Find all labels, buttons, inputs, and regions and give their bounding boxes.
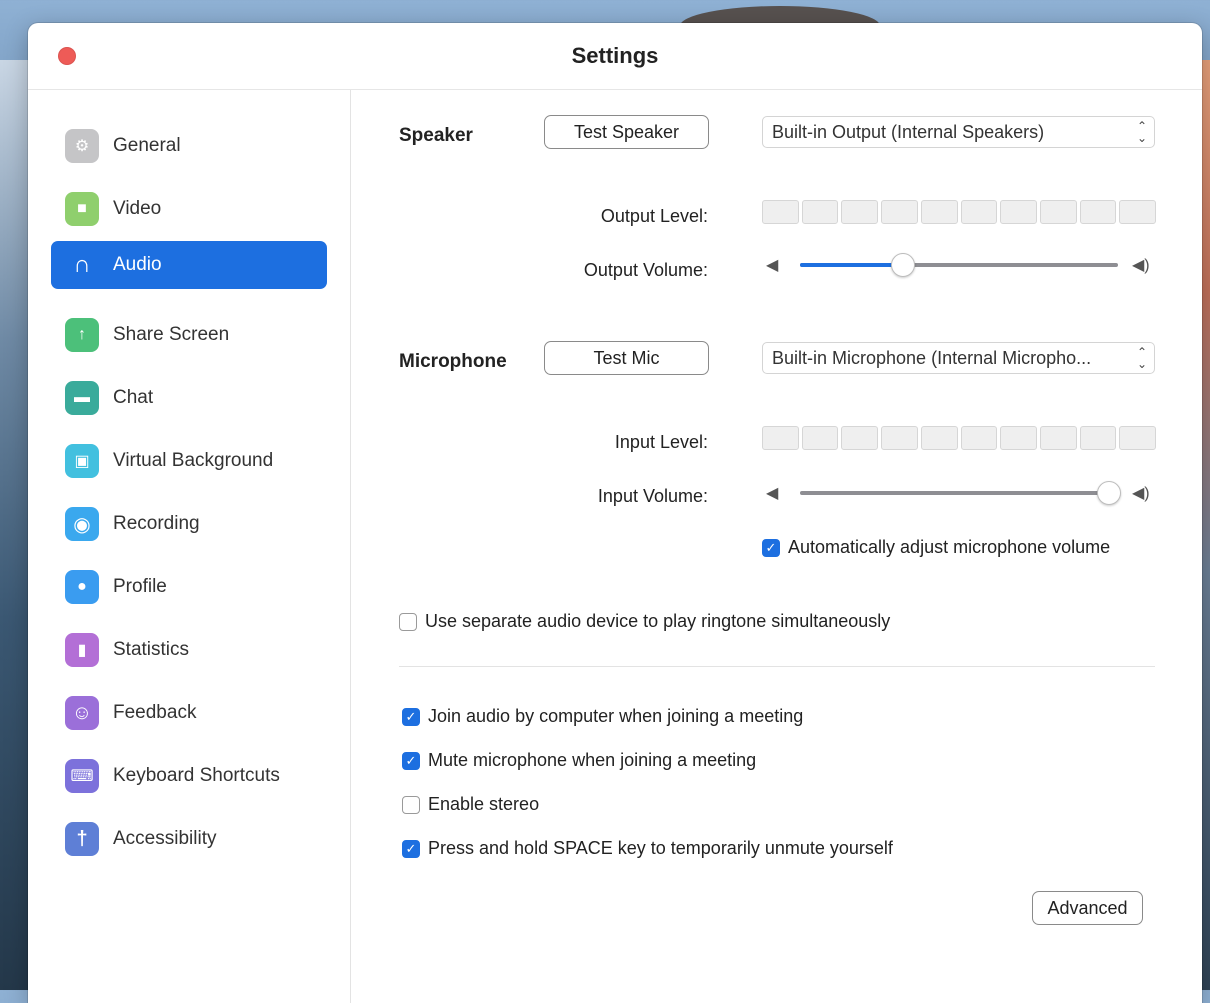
input-level-meter xyxy=(762,426,1157,450)
keyboard-icon: ⌨ xyxy=(65,759,99,793)
feedback-icon: ☺ xyxy=(65,696,99,730)
output-volume-thumb[interactable] xyxy=(891,253,915,277)
speaker-low-icon: ◀ xyxy=(766,257,779,274)
enable-stereo-label: Enable stereo xyxy=(428,794,540,814)
sidebar-item-label: Virtual Background xyxy=(113,450,274,471)
microphone-device-value: Built-in Microphone (Internal Micropho..… xyxy=(772,347,1092,368)
mute-mic-checkbox[interactable]: ✓ Mute microphone when joining a meeting xyxy=(402,750,756,771)
sidebar-item-label: Statistics xyxy=(113,639,190,660)
advanced-button[interactable]: Advanced xyxy=(1032,891,1143,925)
speaker-high-icon: ◀) xyxy=(1132,257,1150,274)
input-volume-slider[interactable]: ◀ ◀) xyxy=(762,480,1156,506)
sidebar-item-label: Audio xyxy=(113,254,162,275)
enable-stereo-checkbox[interactable]: Enable stereo xyxy=(402,794,539,815)
sidebar-item-audio[interactable]: ∩ Audio xyxy=(51,241,327,289)
space-unmute-checkbox[interactable]: ✓ Press and hold SPACE key to temporaril… xyxy=(402,838,893,859)
statistics-icon: ▮ xyxy=(65,633,99,667)
speaker-device-select[interactable]: Built-in Output (Internal Speakers) ⌃ ⌄ xyxy=(762,116,1155,148)
sidebar-item-label: Video xyxy=(113,198,162,219)
sidebar-item-recording[interactable]: ◉ Recording xyxy=(51,500,327,548)
space-unmute-label: Press and hold SPACE key to temporarily … xyxy=(428,838,893,858)
sidebar-item-general[interactable]: ⚙ General xyxy=(51,122,327,170)
sidebar-item-share-screen[interactable]: ↑ Share Screen xyxy=(51,311,327,359)
output-level-meter xyxy=(762,200,1157,224)
join-audio-label: Join audio by computer when joining a me… xyxy=(428,706,804,726)
sidebar-item-label: Profile xyxy=(113,576,167,597)
sidebar-item-profile[interactable]: ● Profile xyxy=(51,563,327,611)
gear-icon: ⚙ xyxy=(65,129,99,163)
recording-icon: ◉ xyxy=(65,507,99,541)
chat-icon: ▬ xyxy=(65,381,99,415)
checkmark-icon xyxy=(402,795,420,814)
virtual-background-icon: ▣ xyxy=(65,444,99,478)
sidebar: ⚙ General ■ Video ∩ Audio ↑ Share Screen… xyxy=(28,90,351,1003)
speaker-high-icon: ◀) xyxy=(1132,485,1150,502)
separate-ringtone-label: Use separate audio device to play ringto… xyxy=(425,611,891,631)
auto-adjust-mic-label: Automatically adjust microphone volume xyxy=(788,537,1111,557)
input-level-label: Input Level: xyxy=(614,432,708,452)
checkmark-icon xyxy=(399,612,417,631)
section-divider xyxy=(399,666,1155,667)
microphone-device-select[interactable]: Built-in Microphone (Internal Micropho..… xyxy=(762,342,1155,374)
sidebar-item-statistics[interactable]: ▮ Statistics xyxy=(51,626,327,674)
checkmark-icon: ✓ xyxy=(402,707,420,726)
sidebar-item-label: Share Screen xyxy=(113,324,230,345)
output-volume-track xyxy=(800,253,1118,277)
video-camera-icon: ■ xyxy=(65,192,99,226)
accessibility-icon: † xyxy=(65,822,99,856)
separate-ringtone-checkbox[interactable]: Use separate audio device to play ringto… xyxy=(399,611,890,632)
profile-icon: ● xyxy=(65,570,99,604)
speaker-section-label: Speaker xyxy=(399,125,473,146)
title-bar: Settings xyxy=(28,23,1202,90)
output-volume-slider[interactable]: ◀ ◀) xyxy=(762,252,1156,278)
sidebar-item-label: Keyboard Shortcuts xyxy=(113,765,280,786)
window-title: Settings xyxy=(571,43,659,68)
speaker-device-value: Built-in Output (Internal Speakers) xyxy=(772,121,1045,142)
microphone-section-label: Microphone xyxy=(399,351,507,372)
sidebar-item-chat[interactable]: ▬ Chat xyxy=(51,374,327,422)
share-screen-icon: ↑ xyxy=(65,318,99,352)
sidebar-item-accessibility[interactable]: † Accessibility xyxy=(51,815,327,863)
sidebar-item-label: Recording xyxy=(113,513,200,534)
chevron-updown-icon: ⌃ ⌄ xyxy=(1136,345,1148,371)
speaker-low-icon: ◀ xyxy=(766,485,779,502)
settings-window: Settings ⚙ General ■ Video ∩ Audio ↑ Sha… xyxy=(28,23,1202,1003)
sidebar-item-feedback[interactable]: ☺ Feedback xyxy=(51,689,327,737)
sidebar-item-virtual-background[interactable]: ▣ Virtual Background xyxy=(51,437,327,485)
join-audio-checkbox[interactable]: ✓ Join audio by computer when joining a … xyxy=(402,706,803,727)
sidebar-item-label: General xyxy=(113,135,181,156)
output-level-label: Output Level: xyxy=(600,206,708,226)
test-mic-button[interactable]: Test Mic xyxy=(544,341,709,375)
input-volume-track xyxy=(800,481,1121,505)
checkmark-icon: ✓ xyxy=(762,538,780,557)
chevron-updown-icon: ⌃ ⌄ xyxy=(1136,119,1148,145)
sidebar-item-label: Accessibility xyxy=(113,828,217,849)
audio-settings-panel: Speaker Test Speaker Built-in Output (In… xyxy=(351,90,1202,1003)
checkmark-icon: ✓ xyxy=(402,751,420,770)
checkmark-icon: ✓ xyxy=(402,839,420,858)
headphones-icon: ∩ xyxy=(73,251,91,278)
sidebar-item-video[interactable]: ■ Video xyxy=(51,185,327,233)
input-volume-thumb[interactable] xyxy=(1097,481,1121,505)
sidebar-item-label: Chat xyxy=(113,387,154,408)
mute-mic-label: Mute microphone when joining a meeting xyxy=(428,750,757,770)
test-speaker-button[interactable]: Test Speaker xyxy=(544,115,709,149)
sidebar-item-keyboard-shortcuts[interactable]: ⌨ Keyboard Shortcuts xyxy=(51,752,327,800)
output-volume-fill xyxy=(800,263,902,267)
auto-adjust-mic-checkbox[interactable]: ✓ Automatically adjust microphone volume xyxy=(762,537,1110,558)
sidebar-item-label: Feedback xyxy=(113,702,197,723)
output-volume-label: Output Volume: xyxy=(583,260,708,280)
input-volume-label: Input Volume: xyxy=(597,486,708,506)
